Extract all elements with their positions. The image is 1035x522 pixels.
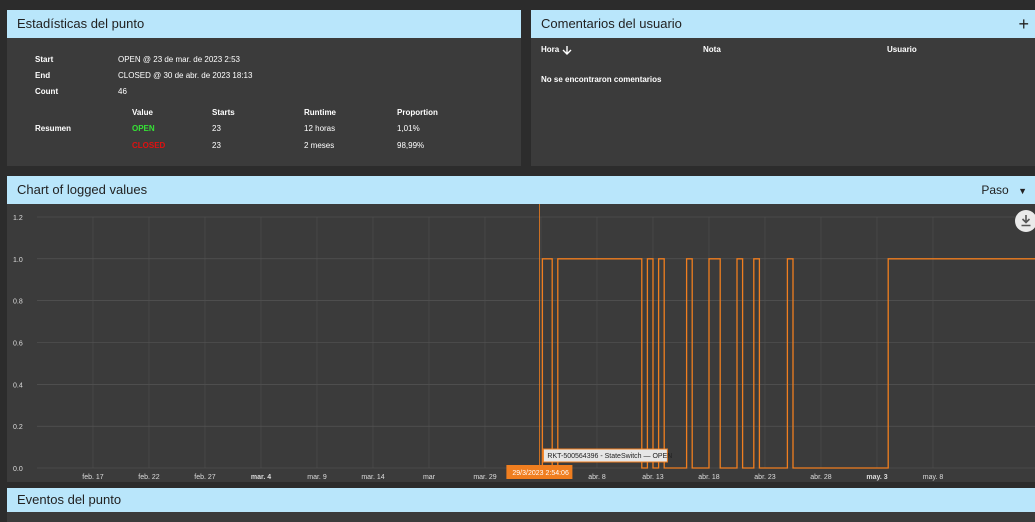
x-tick-label: mar. 4 bbox=[251, 474, 271, 481]
row-closed-runtime: 2 meses bbox=[304, 141, 335, 150]
x-tick-label: feb. 17 bbox=[82, 474, 104, 481]
y-tick-label: 0.4 bbox=[13, 382, 23, 389]
x-tick-label: may. 8 bbox=[923, 474, 944, 481]
x-tick-label: abr. 28 bbox=[810, 474, 832, 481]
comments-panel: Comentarios del usuario + Hora Nota Usua… bbox=[531, 10, 1035, 166]
no-comments-message: No se encontraron comentarios bbox=[541, 75, 662, 84]
col-nota: Nota bbox=[703, 45, 721, 54]
chevron-down-icon: ▼ bbox=[1018, 186, 1027, 196]
row-closed-proportion: 98,99% bbox=[397, 141, 425, 150]
y-tick-label: 1.2 bbox=[13, 215, 23, 222]
x-tick-label: abr. 13 bbox=[642, 474, 664, 481]
chart-title: Chart of logged values bbox=[7, 176, 1035, 204]
x-tick-label: abr. 23 bbox=[754, 474, 776, 481]
chart-mode-select[interactable]: Paso ▼ bbox=[981, 176, 1027, 204]
x-tick-label: mar. 9 bbox=[307, 474, 327, 481]
chart-mode-value: Paso bbox=[981, 183, 1009, 197]
col-starts: Starts bbox=[212, 108, 235, 117]
x-tick-label: feb. 22 bbox=[138, 474, 160, 481]
stats-panel: Estadísticas del punto Start OPEN @ 23 d… bbox=[7, 10, 521, 166]
arrow-down-icon bbox=[562, 46, 572, 55]
x-tick-label: mar bbox=[423, 474, 436, 481]
download-icon bbox=[1021, 215, 1031, 227]
x-tick-label: abr. 18 bbox=[698, 474, 720, 481]
cursor-label-text: 29/3/2023 2:54:06 bbox=[512, 470, 569, 477]
x-tick-label: may. 3 bbox=[866, 474, 887, 481]
y-tick-label: 0.0 bbox=[13, 466, 23, 473]
add-comment-button[interactable]: + bbox=[1018, 10, 1029, 38]
col-hora[interactable]: Hora bbox=[541, 45, 573, 55]
row-open-starts: 23 bbox=[212, 124, 221, 133]
col-proportion: Proportion bbox=[397, 108, 438, 117]
start-label: Start bbox=[35, 55, 54, 64]
count-label: Count bbox=[35, 87, 59, 96]
col-value: Value bbox=[132, 108, 153, 117]
tooltip-text: RKT-500564396 - StateSwitch — OPEN bbox=[547, 453, 672, 460]
row-open-value: OPEN bbox=[132, 124, 155, 133]
chart-panel: Chart of logged values Paso ▼ 0.0 0.2 0.4 0… bbox=[7, 176, 1035, 482]
x-tick-label: mar. 29 bbox=[473, 474, 496, 481]
y-tick-label: 0.6 bbox=[13, 341, 23, 348]
events-panel: Eventos del punto bbox=[7, 488, 1035, 522]
start-value: OPEN @ 23 de mar. de 2023 2:53 bbox=[118, 55, 240, 64]
download-button[interactable] bbox=[1015, 210, 1035, 232]
comments-title: Comentarios del usuario bbox=[531, 10, 1035, 38]
row-open-proportion: 1,01% bbox=[397, 124, 420, 133]
end-label: End bbox=[35, 71, 51, 80]
summary-label: Resumen bbox=[35, 124, 72, 133]
col-hora-label: Hora bbox=[541, 45, 560, 55]
x-tick-label: feb. 27 bbox=[194, 474, 216, 481]
row-closed-starts: 23 bbox=[212, 141, 221, 150]
col-runtime: Runtime bbox=[304, 108, 336, 117]
x-tick-label: abr. 8 bbox=[588, 474, 606, 481]
logged-values-chart[interactable]: 0.0 0.2 0.4 0.6 0.8 1.0 1.2 feb. 17 feb. 22 feb. … bbox=[7, 204, 1035, 482]
x-tick-label: mar. 14 bbox=[361, 474, 384, 481]
stats-title: Estadísticas del punto bbox=[7, 10, 521, 38]
series-line bbox=[541, 258, 1035, 469]
y-tick-label: 1.0 bbox=[13, 257, 23, 264]
row-closed-value: CLOSED bbox=[132, 141, 166, 150]
y-tick-label: 0.2 bbox=[13, 424, 23, 431]
row-open-runtime: 12 horas bbox=[304, 124, 336, 133]
col-usuario: Usuario bbox=[887, 45, 917, 54]
end-value: CLOSED @ 30 de abr. de 2023 18:13 bbox=[118, 71, 253, 80]
count-value: 46 bbox=[118, 87, 127, 96]
events-title: Eventos del punto bbox=[7, 488, 1035, 512]
y-tick-label: 0.8 bbox=[13, 299, 23, 306]
